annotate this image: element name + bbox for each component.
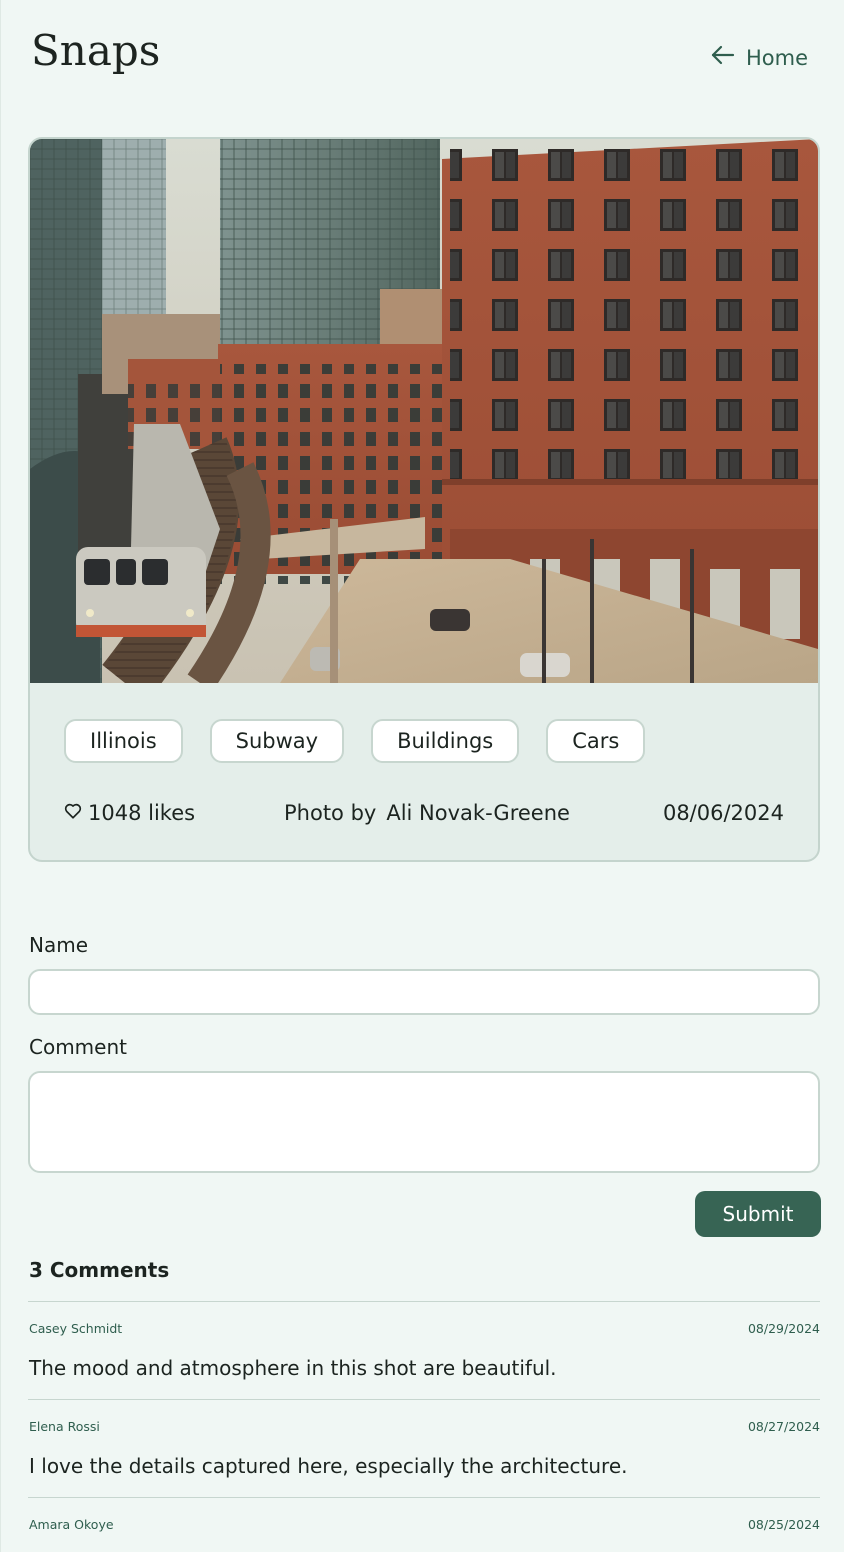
comment-author: Amara Okoye: [29, 1517, 114, 1532]
comment-item: Elena Rossi 08/27/2024 I love the detail…: [28, 1399, 820, 1497]
photographer-name: Ali Novak-Greene: [386, 801, 570, 825]
comment-textarea[interactable]: [28, 1071, 820, 1173]
site-title: Snaps: [31, 26, 161, 75]
tag-list: Illinois Subway Buildings Cars: [64, 719, 646, 763]
comment-item: Amara Okoye 08/25/2024: [28, 1497, 820, 1552]
comment-date: 08/29/2024: [747, 1321, 820, 1336]
comments-count: 3 Comments: [29, 1258, 170, 1282]
photo-date: 08/06/2024: [662, 801, 784, 825]
comment-text: The mood and atmosphere in this shot are…: [29, 1356, 557, 1380]
comment-item: Casey Schmidt 08/29/2024 The mood and at…: [28, 1301, 820, 1399]
credit-prefix: Photo by: [284, 801, 377, 825]
comment-author: Elena Rossi: [29, 1419, 100, 1434]
heart-icon: [64, 801, 82, 825]
photo-credit: Photo by Ali Novak-Greene: [284, 801, 570, 825]
comment-label: Comment: [29, 1035, 127, 1059]
city-photo: [30, 139, 818, 683]
name-label: Name: [29, 933, 89, 957]
tag-illinois[interactable]: Illinois: [64, 719, 183, 763]
tag-cars[interactable]: Cars: [546, 719, 646, 763]
tag-subway[interactable]: Subway: [209, 719, 345, 763]
likes-count: 1048 likes: [88, 801, 196, 825]
comment-author: Casey Schmidt: [29, 1321, 123, 1336]
submit-button[interactable]: Submit: [695, 1191, 821, 1237]
comment-date: 08/25/2024: [747, 1517, 820, 1532]
photo-meta: 1048 likes Photo by Ali Novak-Greene 08/0…: [64, 801, 784, 831]
home-link-label: Home: [745, 45, 808, 70]
home-link[interactable]: Home: [710, 42, 808, 73]
comment-text: I love the details captured here, especi…: [29, 1454, 628, 1478]
comment-date: 08/27/2024: [747, 1419, 820, 1434]
arrow-left-icon: [710, 42, 736, 73]
name-input[interactable]: [28, 969, 820, 1015]
tag-buildings[interactable]: Buildings: [371, 719, 520, 763]
page: Snaps Home Illinois Subway Buildings Car…: [0, 0, 844, 1552]
photo-card: Illinois Subway Buildings Cars 1048 like…: [28, 137, 820, 862]
likes-button[interactable]: 1048 likes: [64, 801, 195, 825]
